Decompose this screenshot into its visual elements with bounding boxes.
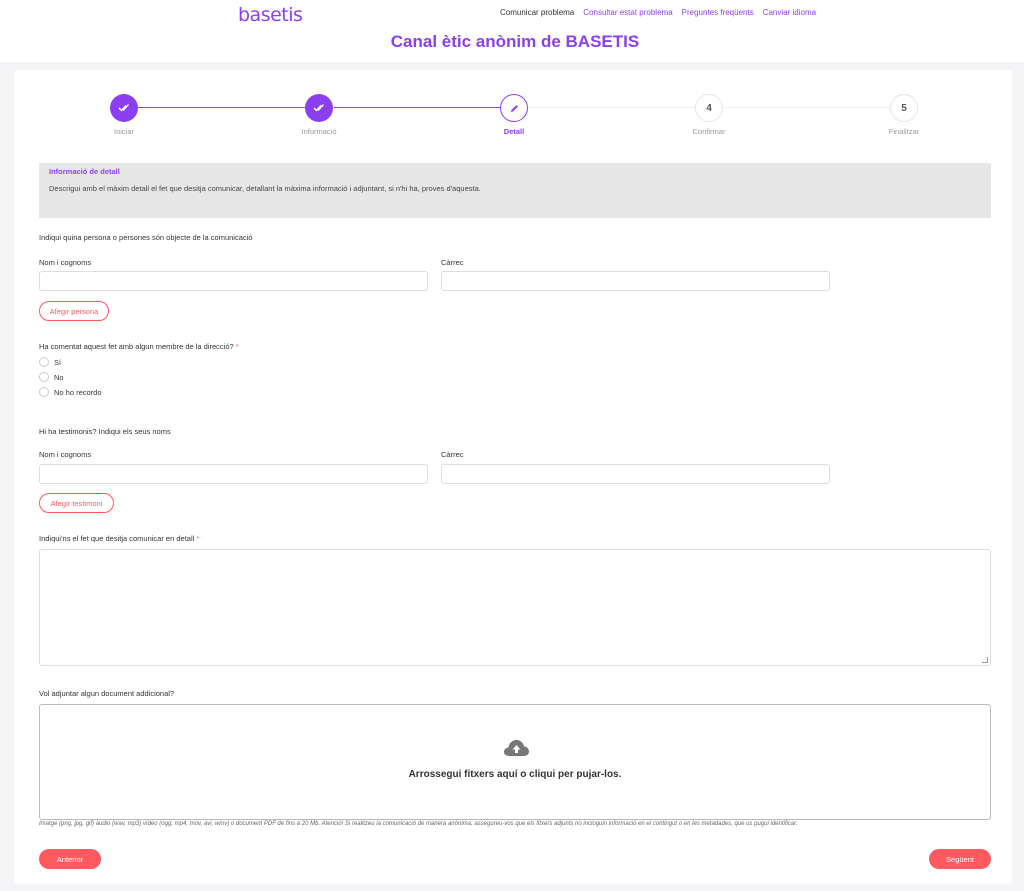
step-number: 4 (695, 94, 723, 122)
step-information: Informació (259, 94, 379, 136)
step-label: Iniciar (113, 127, 134, 136)
nav-link-change-language[interactable]: Canviar idioma (763, 8, 816, 17)
nav-link-faq[interactable]: Preguntes freqüents (682, 8, 754, 17)
radio-label: No ho recordo (54, 387, 102, 397)
detail-label-text: Indiqui'ns el fet que desitja comunicar … (39, 534, 195, 543)
radio-option-yes[interactable]: Sí (39, 357, 61, 367)
required-mark: * (235, 342, 239, 351)
attachments-label: Vol adjuntar algun document addicional? (39, 689, 175, 698)
required-mark: * (196, 534, 200, 543)
dropzone-text: Arrossegui fitxers aquí o cliqui per puj… (408, 769, 622, 780)
page-title: Canal ètic anònim de BASETIS (390, 32, 640, 51)
radio-label: No (54, 372, 64, 382)
person-role-label: Càrrec (441, 258, 464, 267)
logo[interactable]: basetis (238, 4, 303, 26)
radio-label: Sí (54, 357, 62, 367)
info-title: Informació de detall (49, 167, 120, 176)
step-label: Confirmar (692, 127, 726, 136)
add-witness-button[interactable]: Afegir testimoni (39, 493, 114, 513)
nav-link-report-problem[interactable]: Comunicar problema (500, 8, 574, 17)
witness-name-label: Nom i cognoms (39, 450, 92, 459)
cloud-upload-icon (503, 740, 529, 756)
dropzone-hint: Imatge (png, jpg, gif) àudio (wav, mp3) … (39, 821, 798, 827)
witnesses-heading: Hi ha testimonis? Indiqui els seus noms (39, 427, 171, 436)
detail-info-box: Informació de detall Descrigui amb el mà… (39, 163, 991, 218)
witness-role-input[interactable] (441, 464, 830, 484)
double-check-icon (305, 94, 333, 122)
info-description: Descrigui amb el màxim detall el fet que… (49, 184, 481, 193)
detail-textarea[interactable] (39, 549, 991, 666)
person-role-input[interactable] (441, 271, 830, 291)
radio-option-no[interactable]: No (39, 372, 64, 382)
top-bar: basetis Comunicar problema Consultar est… (0, 0, 1024, 62)
radio-option-dont-remember[interactable]: No ho recordo (39, 387, 102, 397)
radio-circle[interactable] (39, 387, 49, 397)
step-confirm: 4 Confirmar (649, 94, 769, 136)
file-dropzone[interactable]: Arrossegui fitxers aquí o cliqui per puj… (39, 704, 991, 820)
step-number: 5 (890, 94, 918, 122)
step-label: Finalitzar (888, 127, 920, 136)
double-check-icon (110, 94, 138, 122)
pencil-icon (500, 94, 528, 122)
person-name-input[interactable] (39, 271, 428, 291)
add-person-button[interactable]: Afegir persona (39, 301, 109, 321)
next-button[interactable]: Següent (929, 849, 991, 869)
radio-circle[interactable] (39, 372, 49, 382)
step-label: Informació (301, 127, 337, 136)
step-detail: Detall (454, 94, 574, 136)
management-question-text: Ha comentat aquest fet amb algun membre … (39, 342, 234, 351)
witness-role-label: Càrrec (441, 450, 464, 459)
management-question: Ha comentat aquest fet amb algun membre … (39, 342, 239, 351)
step-finish: 5 Finalitzar (844, 94, 964, 136)
top-nav: Comunicar problema Consultar estat probl… (500, 8, 816, 17)
detail-label: Indiqui'ns el fet que desitja comunicar … (39, 534, 199, 543)
step-label: Detall (503, 127, 525, 136)
resize-grip-icon[interactable] (982, 657, 988, 663)
person-name-label: Nom i cognoms (39, 258, 92, 267)
radio-circle[interactable] (39, 357, 49, 367)
previous-button[interactable]: Anterior (39, 849, 101, 869)
nav-link-check-status[interactable]: Consultar estat problema (583, 8, 672, 17)
witness-name-input[interactable] (39, 464, 428, 484)
persons-heading: Indiqui quina persona o persones són obj… (39, 233, 253, 242)
step-start: Iniciar (64, 94, 184, 136)
